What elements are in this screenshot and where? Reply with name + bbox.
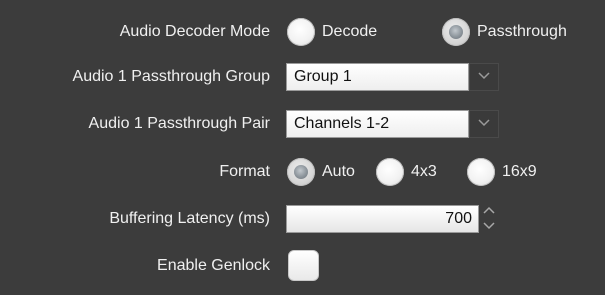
format-4x3-radio-label: 4x3 <box>411 163 437 180</box>
format-row: Format Auto 4x3 16x9 <box>0 152 605 192</box>
format-auto-radio-label: Auto <box>322 163 355 180</box>
buffering-latency-spinner[interactable] <box>481 205 497 233</box>
enable-genlock-row: Enable Genlock <box>0 246 605 286</box>
passthrough-pair-dropdown-button[interactable] <box>469 110 499 138</box>
format-16x9-radio[interactable]: 16x9 <box>467 152 537 192</box>
chevron-up-icon[interactable] <box>481 205 497 217</box>
passthrough-group-dropdown-button[interactable] <box>469 63 499 91</box>
chevron-down-icon <box>478 71 490 83</box>
passthrough-group-row: Audio 1 Passthrough Group Group 1 <box>0 57 605 97</box>
chevron-down-icon[interactable] <box>481 221 497 233</box>
format-auto-radio[interactable]: Auto <box>287 152 355 192</box>
enable-genlock-checkbox[interactable] <box>288 250 319 281</box>
decode-radio[interactable]: Decode <box>287 12 377 52</box>
format-4x3-radio[interactable]: 4x3 <box>376 152 437 192</box>
audio-decoder-mode-label: Audio Decoder Mode <box>119 23 270 40</box>
passthrough-pair-select[interactable]: Channels 1-2 <box>286 110 469 138</box>
buffering-latency-label: Buffering Latency (ms) <box>109 210 270 227</box>
format-16x9-radio-dot[interactable] <box>467 158 495 186</box>
passthrough-group-label: Audio 1 Passthrough Group <box>72 68 270 85</box>
passthrough-pair-row: Audio 1 Passthrough Pair Channels 1-2 <box>0 104 605 144</box>
passthrough-radio-label: Passthrough <box>477 23 567 40</box>
decode-radio-dot[interactable] <box>287 18 315 46</box>
passthrough-pair-label: Audio 1 Passthrough Pair <box>88 115 270 132</box>
passthrough-group-select[interactable]: Group 1 <box>286 63 469 91</box>
format-16x9-radio-label: 16x9 <box>502 163 537 180</box>
decode-radio-label: Decode <box>322 23 378 40</box>
buffering-latency-input[interactable]: 700 <box>286 205 479 233</box>
format-4x3-radio-dot[interactable] <box>376 158 404 186</box>
format-label: Format <box>219 163 270 180</box>
chevron-down-icon <box>478 118 490 130</box>
enable-genlock-label: Enable Genlock <box>157 257 270 274</box>
passthrough-radio-dot[interactable] <box>442 18 470 46</box>
audio-decoder-mode-row: Audio Decoder Mode Decode Passthrough <box>0 12 605 52</box>
passthrough-radio[interactable]: Passthrough <box>442 12 567 52</box>
buffering-latency-row: Buffering Latency (ms) 700 <box>0 199 605 239</box>
format-auto-radio-dot[interactable] <box>287 158 315 186</box>
